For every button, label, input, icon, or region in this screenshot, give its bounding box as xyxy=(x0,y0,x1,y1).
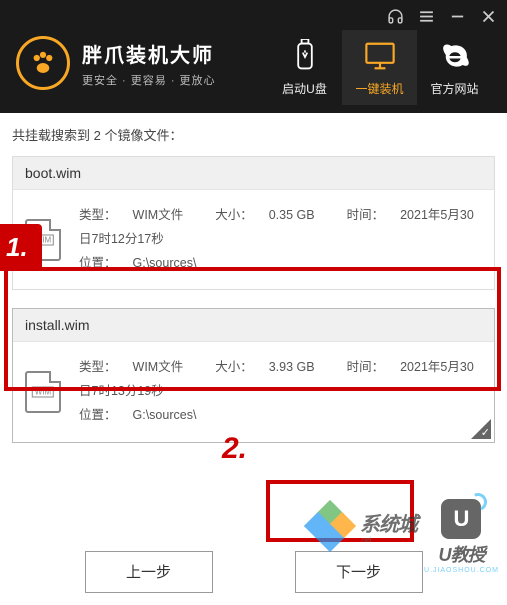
headset-icon[interactable] xyxy=(387,8,404,25)
nav-item-website[interactable]: 官方网站 xyxy=(417,30,492,105)
brand: 胖爪装机大师 更安全 · 更容易 · 更放心 xyxy=(16,36,216,90)
app-header: 胖爪装机大师 更安全 · 更容易 · 更放心 启动U盘 一键装机 官方网站 xyxy=(0,0,507,113)
file-name: boot.wim xyxy=(13,157,494,190)
button-row: 上一步 下一步 xyxy=(12,551,495,593)
monitor-icon xyxy=(363,38,397,74)
window-controls xyxy=(387,8,497,25)
nav-label: 一键装机 xyxy=(355,80,403,97)
file-card-install[interactable]: install.wim WIM 类型：WIM文件大小：3.93 GB时间：202… xyxy=(12,308,495,442)
nav-item-install[interactable]: 一键装机 xyxy=(342,30,417,105)
minimize-icon[interactable] xyxy=(449,8,466,25)
menu-icon[interactable] xyxy=(418,8,435,25)
ie-icon xyxy=(440,38,470,74)
file-info: 类型：WIM文件大小：3.93 GB时间：2021年5月30日7时13分19秒 … xyxy=(79,356,482,427)
selected-check-icon xyxy=(471,419,491,439)
paw-logo-icon xyxy=(16,36,70,90)
next-button[interactable]: 下一步 xyxy=(295,551,423,593)
main-nav: 启动U盘 一键装机 官方网站 xyxy=(267,30,492,105)
nav-label: 启动U盘 xyxy=(282,80,327,97)
nav-label: 官方网站 xyxy=(430,80,478,97)
file-icon: WIM xyxy=(25,371,61,413)
app-subtitle: 更安全 · 更容易 · 更放心 xyxy=(82,72,216,88)
file-icon: WIM xyxy=(25,219,61,261)
app-title: 胖爪装机大师 xyxy=(82,39,216,68)
content-area: 共挂载搜索到 2 个镜像文件： boot.wim WIM 类型：WIM文件大小：… xyxy=(0,113,507,605)
usb-icon xyxy=(291,38,319,74)
prev-button[interactable]: 上一步 xyxy=(85,551,213,593)
close-icon[interactable] xyxy=(480,8,497,25)
count-text: 共挂载搜索到 2 个镜像文件： xyxy=(12,125,495,144)
file-info: 类型：WIM文件大小：0.35 GB时间：2021年5月30日7时12分17秒 … xyxy=(79,204,482,275)
nav-item-usb[interactable]: 启动U盘 xyxy=(267,30,342,105)
file-card-boot[interactable]: boot.wim WIM 类型：WIM文件大小：0.35 GB时间：2021年5… xyxy=(12,156,495,290)
file-name: install.wim xyxy=(13,309,494,342)
